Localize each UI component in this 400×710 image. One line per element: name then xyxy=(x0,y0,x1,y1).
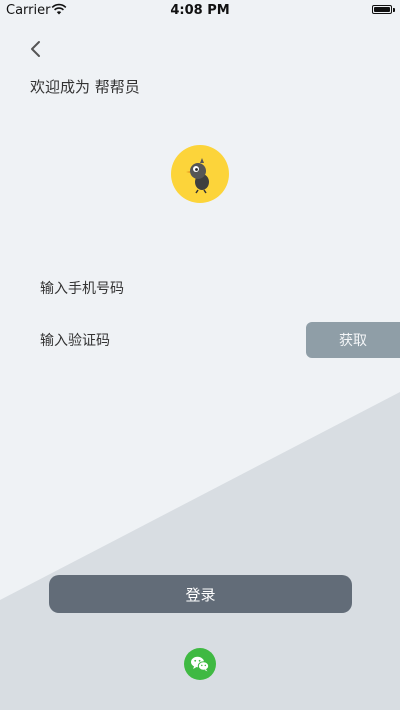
wechat-icon xyxy=(191,656,210,672)
avatar xyxy=(171,145,229,203)
wechat-login-button[interactable] xyxy=(184,648,216,680)
bird-mascot-icon xyxy=(186,158,209,194)
get-code-button[interactable]: 获取 xyxy=(306,322,400,358)
chevron-left-icon[interactable] xyxy=(26,38,48,60)
battery-icon xyxy=(372,5,395,14)
status-time: 4:08 PM xyxy=(170,3,230,18)
verification-code-input[interactable]: 输入验证码 xyxy=(40,330,110,350)
status-bar: Carrier 4:08 PM xyxy=(0,0,400,22)
phone-input[interactable]: 输入手机号码 xyxy=(40,278,124,298)
welcome-title: 欢迎成为 帮帮员 xyxy=(30,78,140,96)
login-button[interactable]: 登录 xyxy=(49,575,352,613)
